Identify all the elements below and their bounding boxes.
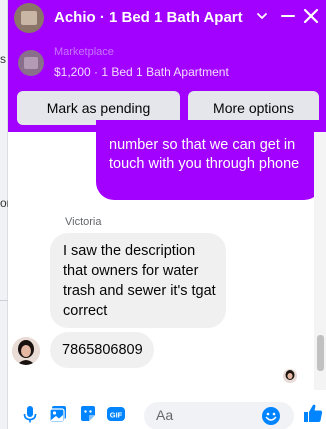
chevron-down-icon[interactable] (254, 8, 270, 24)
chat-window: Achio · 1 Bed 1 Bath Apart Marketplace $… (8, 0, 326, 429)
outgoing-message[interactable]: number so that we can get in touch with … (96, 120, 322, 200)
message-placeholder: Aa (156, 407, 174, 423)
gif-label: GIF (110, 411, 123, 420)
divider (0, 300, 8, 301)
scrollbar[interactable] (314, 132, 326, 390)
emoji-icon[interactable] (261, 406, 281, 426)
avatar-image (12, 337, 40, 365)
microphone-icon[interactable] (20, 404, 40, 424)
screen: s or Achio · 1 Bed 1 Bath Apart Marketpl… (0, 0, 326, 429)
minimize-icon[interactable] (280, 8, 296, 24)
background-text: s (0, 52, 6, 66)
header-bar[interactable]: Achio · 1 Bed 1 Bath Apart (8, 0, 326, 36)
chat-header: Achio · 1 Bed 1 Bath Apart Marketplace $… (8, 0, 326, 132)
incoming-message[interactable]: 7865806809 (50, 332, 154, 368)
message-input[interactable]: Aa (144, 402, 294, 429)
photo-icon[interactable] (48, 404, 68, 424)
scrollbar-thumb[interactable] (317, 335, 324, 371)
listing-thumbnail (18, 50, 44, 76)
composer: GIF Aa (8, 394, 326, 429)
close-icon[interactable] (302, 7, 320, 25)
avatar[interactable] (12, 337, 40, 365)
message-text: 7865806809 (62, 342, 143, 358)
chat-title[interactable]: Achio · 1 Bed 1 Bath Apart (54, 9, 250, 26)
marketplace-label: Marketplace (54, 46, 114, 58)
message-text: I saw the description that owners for wa… (63, 243, 216, 319)
gif-icon[interactable]: GIF (106, 404, 126, 424)
marketplace-listing[interactable]: Marketplace $1,200 · 1 Bed 1 Bath Apartm… (8, 44, 326, 84)
message-text: number so that we can get in touch with … (109, 137, 300, 172)
sender-name: Victoria (65, 216, 102, 228)
listing-summary: $1,200 · 1 Bed 1 Bath Apartment (54, 65, 229, 79)
incoming-message[interactable]: I saw the description that owners for wa… (50, 233, 226, 328)
thumbs-up-icon[interactable] (302, 402, 324, 424)
seen-indicator (283, 369, 297, 383)
background-page: s or (0, 0, 11, 429)
sticker-icon[interactable] (78, 404, 98, 424)
listing-avatar[interactable] (14, 3, 44, 33)
